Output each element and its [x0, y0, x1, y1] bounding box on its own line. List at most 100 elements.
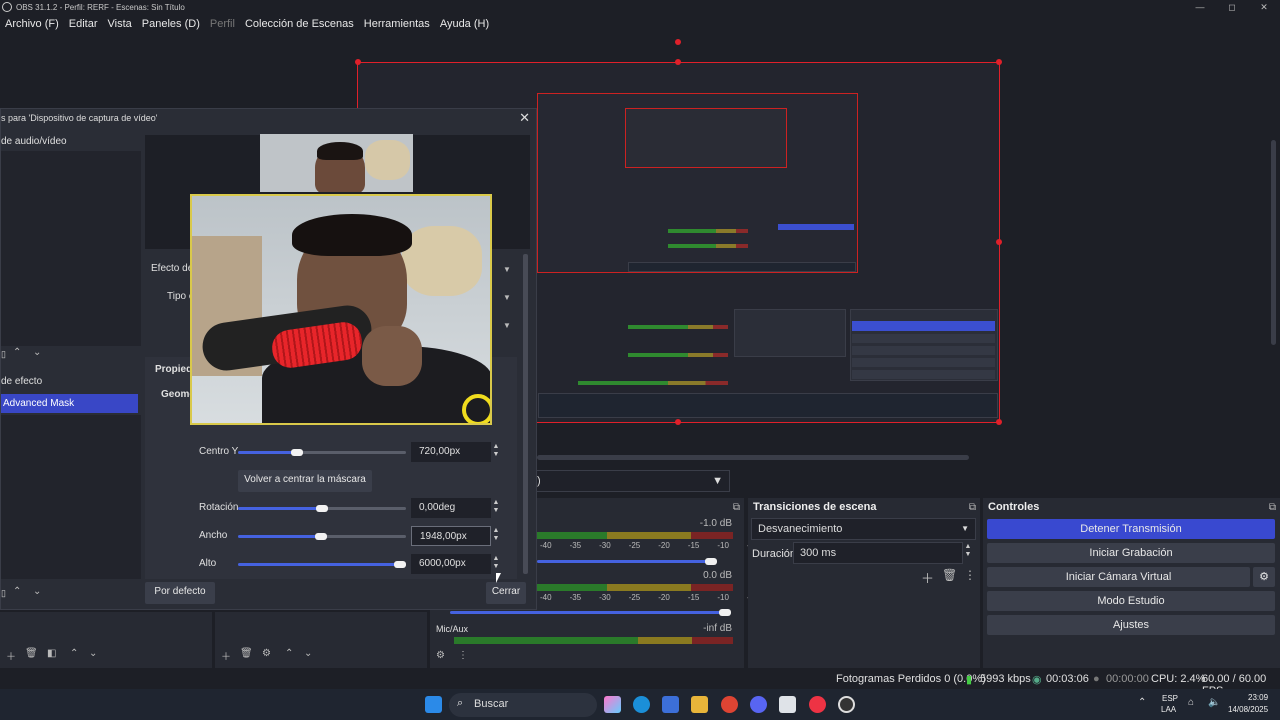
more-options-icon[interactable]: ⋮ [458, 650, 468, 661]
taskbar-search[interactable]: ⌕ Buscar [449, 693, 597, 717]
file-explorer-icon[interactable] [691, 696, 708, 713]
height-slider-knob[interactable] [394, 561, 406, 568]
trash-icon[interactable]: 🗑 [942, 568, 957, 582]
rotation-spinner[interactable]: ▲ ▼ [490, 499, 502, 515]
clock-date[interactable]: 14/08/2025 [1228, 705, 1268, 714]
start-recording-button[interactable]: Iniciar Grabación [987, 543, 1275, 563]
menu-coleccion-escenas[interactable]: Colección de Escenas [240, 16, 359, 32]
duration-spinner[interactable]: ▲ ▼ [962, 543, 974, 559]
recenter-mask-button[interactable]: Volver a centrar la máscara [238, 470, 372, 492]
lang-top[interactable]: ESP [1162, 694, 1178, 703]
defaults-button[interactable]: Por defecto [145, 582, 215, 604]
arrow-up-icon[interactable]: ⌃ [13, 347, 21, 358]
rotation-slider-knob[interactable] [316, 505, 328, 512]
start-virtual-camera-button[interactable]: Iniciar Cámara Virtual [987, 567, 1250, 587]
preview-vertical-scrollbar[interactable] [1271, 140, 1276, 345]
app-icon[interactable] [779, 696, 796, 713]
arrow-down-icon[interactable]: ⌄ [33, 347, 41, 358]
discord-icon[interactable] [750, 696, 767, 713]
chevron-down-icon[interactable]: ▼ [503, 321, 511, 330]
arrow-down-icon[interactable]: ⌄ [304, 648, 312, 659]
arrow-down-icon[interactable]: ⌄ [89, 648, 97, 659]
close-icon[interactable]: ✕ [519, 110, 530, 126]
add-icon[interactable]: ＋ [221, 648, 231, 663]
source-dropdown[interactable]: ) ▼ [530, 470, 730, 492]
clock-time[interactable]: 23:09 [1248, 693, 1268, 702]
obs-taskbar-icon[interactable] [838, 696, 855, 713]
trash-icon[interactable]: 🗑 [25, 648, 38, 659]
menu-archivo[interactable]: Archivo (F) [0, 16, 64, 32]
store-icon[interactable] [662, 696, 679, 713]
stop-streaming-button[interactable]: Detener Transmisión [987, 519, 1275, 539]
menu-paneles[interactable]: Paneles (D) [137, 16, 205, 32]
filter-icon[interactable]: ◧ [47, 648, 56, 659]
transform-handle-tc[interactable] [675, 59, 681, 65]
studio-mode-button[interactable]: Modo Estudio [987, 591, 1275, 611]
add-icon[interactable]: ＋ [921, 568, 934, 587]
width-slider-track [321, 535, 406, 538]
dock-options-icon[interactable]: ⧉ [969, 502, 976, 513]
add-icon[interactable]: ＋ [6, 648, 16, 663]
copilot-icon[interactable] [604, 696, 621, 713]
rotation-input[interactable]: 0,00deg [411, 498, 491, 518]
dock-options-icon[interactable]: ⧉ [733, 502, 740, 513]
edge-icon[interactable] [633, 696, 650, 713]
network-icon[interactable]: ⌂ [1188, 697, 1194, 708]
arrow-up-icon[interactable]: ⌃ [70, 648, 78, 659]
center-y-slider-knob[interactable] [291, 449, 303, 456]
virtual-camera-settings-gear-icon[interactable]: ⚙ [1253, 567, 1275, 587]
volume-slider-2[interactable] [450, 611, 720, 614]
transform-handle-top[interactable] [675, 39, 681, 45]
minimize-button[interactable]: — [1184, 0, 1216, 14]
transform-handle-tr[interactable] [996, 59, 1002, 65]
trash-icon[interactable]: ▯ [1, 588, 6, 599]
transform-handle-br[interactable] [996, 419, 1002, 425]
lang-bottom[interactable]: LAA [1161, 705, 1176, 714]
menu-editar[interactable]: Editar [64, 16, 103, 32]
chrome-icon[interactable] [721, 696, 738, 713]
audio-video-filters-list[interactable]: de audio/vídeo [1, 136, 141, 346]
width-slider-knob[interactable] [315, 533, 327, 540]
menu-vista[interactable]: Vista [103, 16, 137, 32]
volume-icon[interactable]: 🔈 [1208, 697, 1220, 708]
trash-icon[interactable]: ▯ [1, 349, 6, 360]
transform-handle-tl[interactable] [355, 59, 361, 65]
volume-knob-1[interactable] [705, 558, 717, 565]
close-button[interactable]: Cerrar [486, 582, 526, 604]
arrow-up-icon[interactable]: ⌃ [13, 586, 21, 597]
center-y-input[interactable]: 720,00px [411, 442, 491, 462]
arrow-up-icon[interactable]: ⌃ [285, 648, 293, 659]
chrome-icon-2[interactable] [809, 696, 826, 713]
transform-handle-r[interactable] [996, 239, 1002, 245]
center-y-spinner[interactable]: ▲ ▼ [490, 443, 502, 459]
windows-start-icon[interactable] [425, 696, 442, 713]
volume-slider-1[interactable] [537, 560, 707, 563]
close-window-button[interactable]: ✕ [1248, 0, 1280, 14]
more-options-icon[interactable]: ⋮ [964, 568, 976, 582]
transition-type-select[interactable]: Desvanecimiento ▼ [751, 518, 976, 540]
transform-handle-b[interactable] [675, 419, 681, 425]
gear-icon[interactable]: ⚙ [262, 648, 271, 659]
properties-scrollbar[interactable] [523, 254, 528, 574]
arrow-down-icon[interactable]: ⌄ [33, 586, 41, 597]
captured-stop-stream [852, 321, 995, 331]
height-spinner[interactable]: ▲ ▼ [490, 555, 502, 571]
effect-filters-list[interactable] [1, 415, 141, 579]
filter-advanced-mask[interactable]: Advanced Mask [1, 394, 138, 413]
mixer-settings-icon[interactable]: ⚙ [436, 650, 445, 661]
dock-options-icon[interactable]: ⧉ [1269, 502, 1276, 513]
settings-button[interactable]: Ajustes [987, 615, 1275, 635]
chevron-down-icon[interactable]: ▼ [503, 265, 511, 274]
width-input[interactable]: 1948,00px [411, 526, 491, 546]
width-spinner[interactable]: ▲ ▼ [490, 527, 502, 543]
menu-ayuda[interactable]: Ayuda (H) [435, 16, 494, 32]
preview-horizontal-scrollbar[interactable] [537, 455, 969, 460]
chevron-up-icon[interactable]: ⌃ [1138, 697, 1146, 708]
volume-knob-2[interactable] [719, 609, 731, 616]
height-input[interactable]: 6000,00px [411, 554, 491, 574]
menu-herramientas[interactable]: Herramientas [359, 16, 435, 32]
duration-input[interactable]: 300 ms [793, 542, 963, 564]
chevron-down-icon[interactable]: ▼ [503, 293, 511, 302]
trash-icon[interactable]: 🗑 [240, 648, 253, 659]
maximize-button[interactable]: ◻ [1216, 0, 1248, 14]
